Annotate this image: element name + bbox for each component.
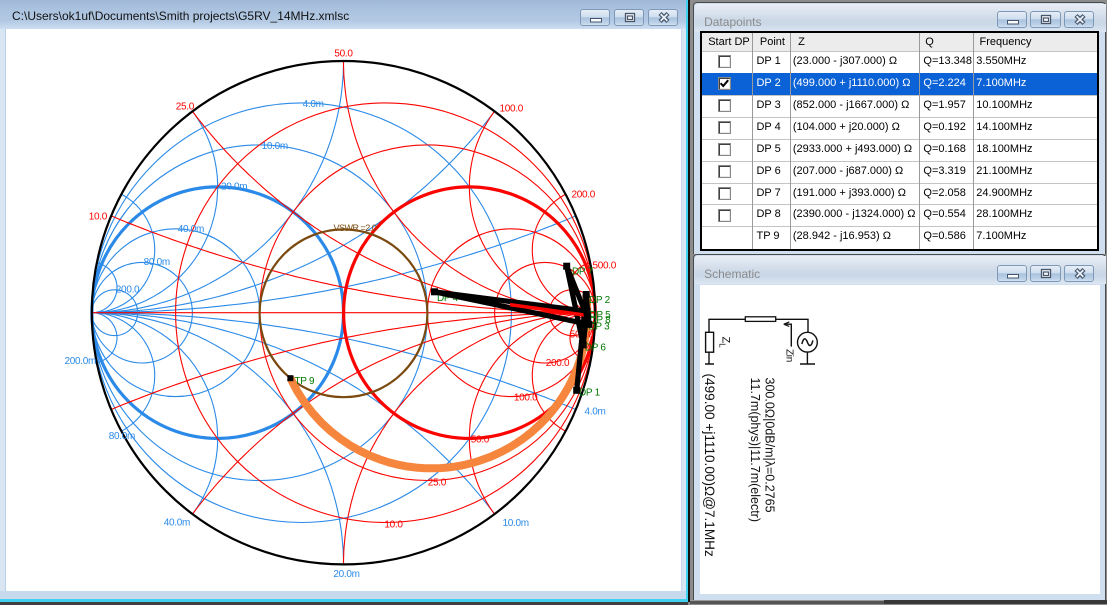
svg-text:ZL: ZL <box>718 337 732 349</box>
svg-text:300.0Ω|0dB/m|λ=0.2765: 300.0Ω|0dB/m|λ=0.2765 <box>763 378 777 513</box>
svg-text:11.7m(phys)|11.7m(electr): 11.7m(phys)|11.7m(electr) <box>748 378 762 523</box>
svg-text:Zin: Zin <box>784 349 795 362</box>
svg-text:(499.00 +j1110.00)Ω@7.1MHz: (499.00 +j1110.00)Ω@7.1MHz <box>702 374 717 557</box>
